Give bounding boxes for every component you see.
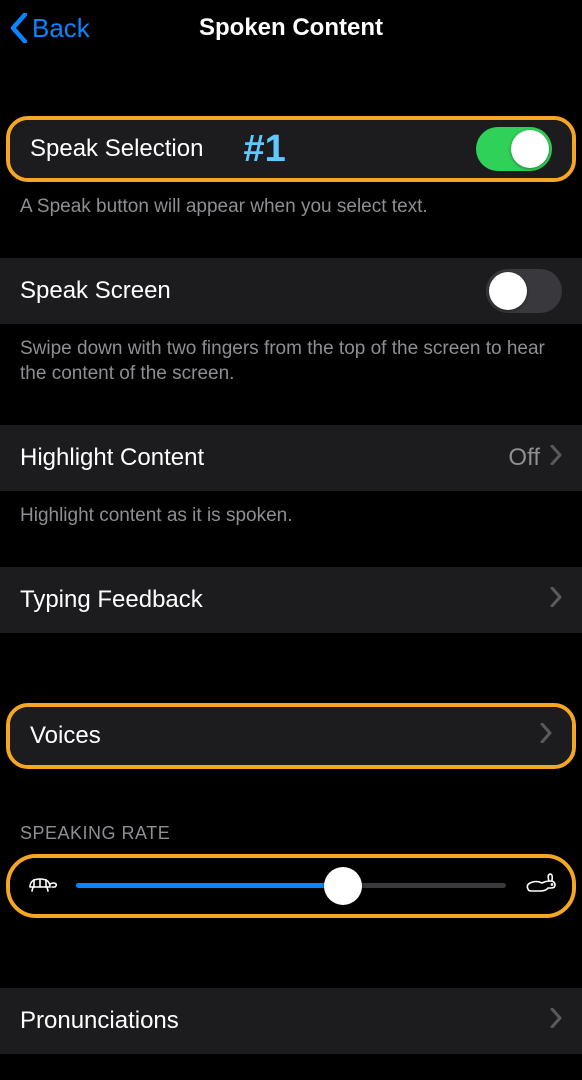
pronunciations-label: Pronunciations	[20, 1007, 179, 1035]
speak-screen-footer: Swipe down with two fingers from the top…	[0, 324, 582, 387]
highlight-ring-voices: Voices	[6, 703, 576, 769]
highlight-ring-speaking-rate	[6, 854, 576, 918]
highlight-content-footer: Highlight content as it is spoken.	[0, 491, 582, 529]
chevron-right-icon	[550, 587, 562, 612]
back-label: Back	[32, 13, 90, 44]
typing-feedback-label: Typing Feedback	[20, 586, 203, 614]
turtle-icon	[24, 871, 60, 900]
row-speak-selection[interactable]: Speak Selection #1	[10, 120, 572, 178]
speak-selection-footer: A Speak button will appear when you sele…	[0, 182, 582, 220]
rabbit-icon	[522, 871, 558, 900]
row-speak-screen[interactable]: Speak Screen	[0, 258, 582, 324]
highlight-content-value: Off	[508, 444, 540, 472]
highlight-content-label: Highlight Content	[20, 444, 204, 472]
speak-screen-toggle[interactable]	[486, 269, 562, 313]
row-pronunciations[interactable]: Pronunciations	[0, 988, 582, 1054]
highlight-ring-speak-selection: Speak Selection #1	[6, 116, 576, 182]
row-typing-feedback[interactable]: Typing Feedback	[0, 567, 582, 633]
chevron-left-icon	[10, 13, 28, 43]
chevron-right-icon	[550, 445, 562, 470]
speaking-rate-slider[interactable]	[76, 866, 506, 906]
page-title: Spoken Content	[199, 14, 383, 42]
chevron-right-icon	[550, 1008, 562, 1033]
annotation-number: #1	[243, 128, 285, 171]
speak-selection-label: Speak Selection	[30, 135, 203, 163]
row-highlight-content[interactable]: Highlight Content Off	[0, 425, 582, 491]
row-voices[interactable]: Voices	[10, 707, 572, 765]
content: Speak Selection #1 A Speak button will a…	[0, 56, 582, 1080]
voices-label: Voices	[30, 722, 101, 750]
speaking-rate-header: SPEAKING RATE	[0, 823, 582, 854]
navbar: Back Spoken Content	[0, 0, 582, 56]
speak-screen-label: Speak Screen	[20, 277, 171, 305]
row-speaking-rate	[10, 858, 572, 914]
speak-selection-toggle[interactable]	[476, 127, 552, 171]
back-button[interactable]: Back	[10, 0, 90, 56]
chevron-right-icon	[540, 723, 552, 748]
